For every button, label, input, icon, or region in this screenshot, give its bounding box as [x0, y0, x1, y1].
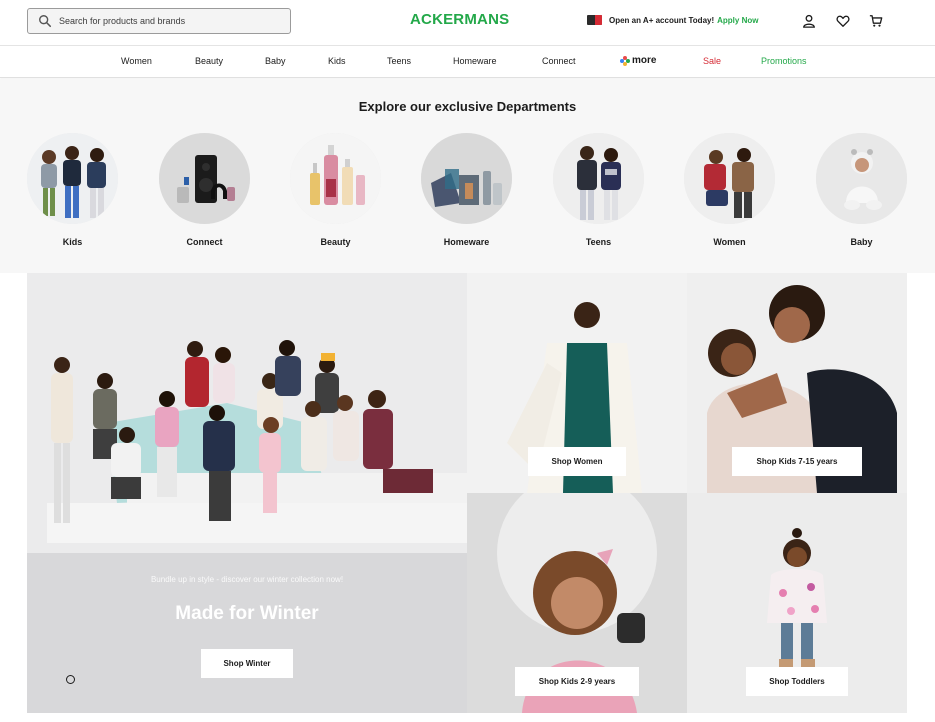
shop-toddlers-button[interactable]: Shop Toddlers	[746, 667, 848, 696]
nav-item-kids[interactable]: Kids	[328, 56, 346, 66]
search-icon	[39, 15, 52, 28]
department-beauty-image	[290, 133, 381, 224]
department-women-image	[684, 133, 775, 224]
department-baby[interactable]: Baby	[816, 133, 907, 247]
shop-winter-button[interactable]: Shop Winter	[201, 649, 293, 678]
department-baby-image	[816, 133, 907, 224]
account-icon[interactable]	[802, 14, 816, 28]
search-input[interactable]	[59, 16, 279, 26]
nav-item-promotions[interactable]: Promotions	[761, 56, 807, 66]
more-dots-icon	[620, 55, 630, 66]
a-plus-account-promo[interactable]: Open an A+ account Today! Apply Now	[587, 15, 758, 25]
main-navigation: Women Beauty Baby Kids Teens Homeware Co…	[0, 46, 935, 78]
nav-item-connect[interactable]: Connect	[542, 56, 576, 66]
ackermans-logo[interactable]: ACKERMANS	[410, 11, 509, 28]
department-teens-image	[553, 133, 644, 224]
department-teens[interactable]: Teens	[553, 133, 644, 247]
department-kids[interactable]: Kids	[27, 133, 118, 247]
nav-item-baby[interactable]: Baby	[265, 56, 286, 66]
departments-section: Explore our exclusive Departments Kids C…	[0, 79, 935, 273]
hero-winter-banner[interactable]: Bundle up in style - discover our winter…	[27, 273, 467, 713]
wishlist-heart-icon[interactable]	[836, 14, 850, 28]
site-header: ACKERMANS Open an A+ account Today! Appl…	[0, 0, 935, 46]
tile-toddlers[interactable]: Shop Toddlers	[687, 493, 907, 713]
hero-title: Made for Winter	[175, 603, 319, 624]
department-women[interactable]: Women	[684, 133, 775, 247]
cart-icon[interactable]	[869, 14, 883, 28]
department-homeware-image	[421, 133, 512, 224]
promo-text: Open an A+ account Today!	[609, 15, 715, 25]
department-beauty[interactable]: Beauty	[290, 133, 381, 247]
department-homeware-label: Homeware	[443, 237, 490, 247]
department-homeware[interactable]: Homeware	[421, 133, 512, 247]
department-connect-image	[159, 133, 250, 224]
nav-item-homeware[interactable]: Homeware	[453, 56, 497, 66]
shop-kids-7-15-button[interactable]: Shop Kids 7-15 years	[732, 447, 862, 476]
shop-women-button[interactable]: Shop Women	[528, 447, 626, 476]
department-kids-label: Kids	[62, 237, 83, 247]
department-beauty-label: Beauty	[320, 237, 351, 247]
department-baby-label: Baby	[850, 237, 873, 247]
nav-item-women[interactable]: Women	[121, 56, 152, 66]
departments-title: Explore our exclusive Departments	[358, 99, 577, 114]
more-label: more	[632, 55, 657, 66]
tile-kids-7-15[interactable]: Shop Kids 7-15 years	[687, 273, 907, 493]
department-teens-label: Teens	[585, 237, 612, 247]
credit-card-icon	[587, 15, 602, 25]
hero-winter-image	[27, 273, 467, 713]
carousel-indicator[interactable]	[66, 675, 75, 684]
nav-item-teens[interactable]: Teens	[387, 56, 411, 66]
search-bar[interactable]	[27, 8, 291, 34]
department-kids-image	[27, 133, 118, 224]
tile-kids-2-9[interactable]: Shop Kids 2-9 years	[467, 493, 687, 713]
hero-subtitle: Bundle up in style - discover our winter…	[150, 575, 344, 584]
department-connect[interactable]: Connect	[159, 133, 250, 247]
tile-women[interactable]: Shop Women	[467, 273, 687, 493]
apply-now-link[interactable]: Apply Now	[717, 16, 758, 25]
nav-item-sale[interactable]: Sale	[703, 56, 721, 66]
department-women-label: Women	[713, 237, 746, 247]
department-connect-label: Connect	[186, 237, 223, 247]
shop-kids-2-9-button[interactable]: Shop Kids 2-9 years	[515, 667, 639, 696]
nav-item-beauty[interactable]: Beauty	[195, 56, 223, 66]
nav-item-more[interactable]: more	[620, 55, 656, 66]
